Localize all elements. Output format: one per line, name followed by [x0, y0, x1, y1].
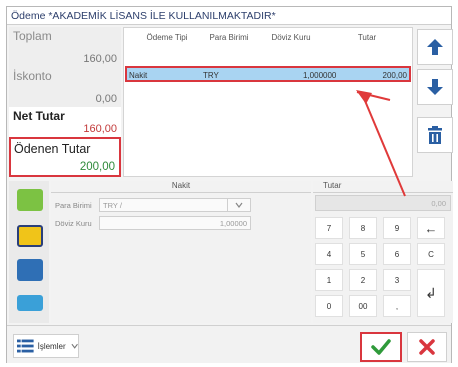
actions-menu-button[interactable]: İşlemler — [13, 334, 79, 358]
move-up-button[interactable] — [417, 29, 453, 65]
net-total-value: 160,00 — [83, 123, 117, 135]
arrow-up-icon — [427, 39, 443, 55]
grid-header: Ödeme Tipi Para Birimi Döviz Kuru Tutar — [124, 28, 412, 64]
cash-form-title: Nakit — [51, 181, 311, 193]
payment-window: Ödeme *AKADEMİK LİSANS İLE KULLANILMAKTA… — [6, 6, 453, 363]
column-amount[interactable]: Tutar — [342, 33, 392, 42]
row-currency: TRY — [203, 71, 219, 80]
net-total-box: Net Tutar 160,00 — [9, 107, 121, 137]
key-5[interactable]: 5 — [349, 243, 377, 265]
key-comma[interactable]: , — [383, 295, 411, 317]
amount-display[interactable]: 0,00 — [315, 195, 451, 211]
column-payment-type[interactable]: Ödeme Tipi — [142, 33, 192, 42]
key-2[interactable]: 2 — [349, 269, 377, 291]
exchange-rate-label: Döviz Kuru — [55, 219, 92, 228]
window-title: Ödeme *AKADEMİK LİSANS İLE KULLANILMAKTA… — [7, 7, 451, 25]
trash-icon — [428, 126, 442, 144]
move-down-button[interactable] — [417, 69, 453, 105]
currency-label: Para Birimi — [55, 201, 92, 210]
row-amount: 200,00 — [382, 71, 407, 80]
card-icon[interactable] — [17, 225, 43, 247]
delete-button[interactable] — [417, 117, 453, 153]
table-row[interactable]: Nakit TRY 1,000000 200,00 — [125, 66, 411, 82]
discount-label: İskonto — [13, 69, 52, 83]
row-type: Nakit — [129, 71, 148, 80]
row-rate: 1,000000 — [303, 71, 337, 80]
net-total-label: Net Tutar — [13, 109, 65, 123]
card-icon[interactable] — [17, 295, 43, 311]
bottom-bar: İşlemler — [7, 325, 451, 363]
key-6[interactable]: 6 — [383, 243, 411, 265]
key-7[interactable]: 7 — [315, 217, 343, 239]
key-enter[interactable]: ↲ — [417, 269, 445, 317]
key-backspace[interactable]: ← — [417, 217, 445, 239]
payments-grid: Ödeme Tipi Para Birimi Döviz Kuru Tutar … — [123, 27, 413, 177]
column-exchange-rate[interactable]: Döviz Kuru — [266, 33, 316, 42]
key-3[interactable]: 3 — [383, 269, 411, 291]
card-icon[interactable] — [17, 259, 43, 281]
total-value: 160,00 — [83, 53, 117, 65]
list-icon — [17, 339, 34, 353]
amount-title: Tutar — [313, 181, 453, 193]
key-0[interactable]: 0 — [315, 295, 343, 317]
checkmark-icon — [371, 339, 391, 355]
total-label: Toplam — [13, 29, 52, 43]
confirm-button[interactable] — [360, 332, 402, 362]
chevron-down-icon — [71, 343, 78, 349]
amount-keypad: Tutar 0,00 7 8 9 ← 4 5 6 C 1 2 3 ↲ 0 00 … — [313, 181, 453, 323]
key-4[interactable]: 4 — [315, 243, 343, 265]
summary-panel: Toplam 160,00 İskonto 0,00 Net Tutar 160… — [9, 27, 121, 177]
key-clear[interactable]: C — [417, 243, 445, 265]
paid-amount-value: 200,00 — [79, 161, 115, 173]
exchange-rate-value: 1,00000 — [219, 219, 247, 228]
chevron-down-icon — [235, 202, 243, 208]
key-1[interactable]: 1 — [315, 269, 343, 291]
arrow-down-icon — [427, 79, 443, 95]
key-00[interactable]: 00 — [349, 295, 377, 317]
total-box: Toplam 160,00 — [9, 27, 121, 67]
actions-menu-label: İşlemler — [37, 341, 66, 351]
exchange-rate-field[interactable]: 1,00000 — [99, 216, 251, 230]
discount-value: 0,00 — [95, 93, 117, 105]
cash-icon[interactable] — [17, 189, 43, 211]
currency-dropdown-button[interactable] — [227, 198, 251, 212]
key-8[interactable]: 8 — [349, 217, 377, 239]
key-9[interactable]: 9 — [383, 217, 411, 239]
cash-form: Nakit Para Birimi TRY / Döviz Kuru 1,000… — [51, 181, 311, 323]
discount-box: İskonto 0,00 — [9, 67, 121, 107]
paid-amount-label: Ödenen Tutar — [14, 142, 91, 156]
column-currency[interactable]: Para Birimi — [204, 33, 254, 42]
cancel-button[interactable] — [407, 332, 447, 362]
payment-type-list — [9, 181, 49, 323]
currency-select-value: TRY / — [103, 201, 122, 210]
paid-amount-box: Ödenen Tutar 200,00 — [9, 137, 121, 177]
close-icon — [419, 339, 435, 355]
